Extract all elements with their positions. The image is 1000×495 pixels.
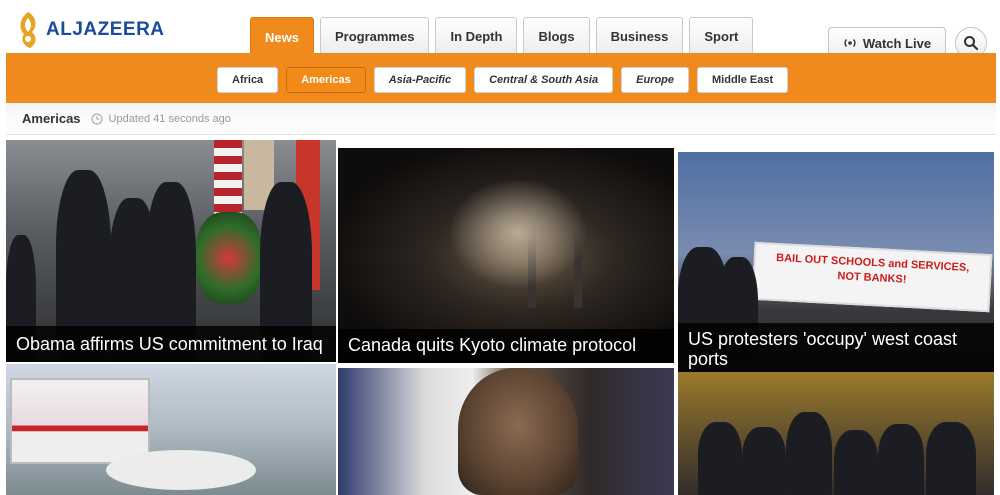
person-figure — [742, 427, 786, 495]
subtab-middle-east[interactable]: Middle East — [697, 67, 789, 93]
person-figure — [926, 422, 976, 495]
main-nav: News Programmes In Depth Blogs Business … — [250, 17, 754, 57]
section-header: Americas Updated 41 seconds ago — [6, 103, 996, 135]
story-grid: Obama affirms US commitment to Iraq Cana… — [6, 140, 994, 495]
story-card[interactable] — [6, 364, 336, 495]
poster-image — [10, 378, 150, 464]
subtab-africa[interactable]: Africa — [217, 67, 279, 93]
story-headline[interactable]: US protesters 'occupy' west coast ports — [678, 323, 994, 377]
subtab-asia-pacific[interactable]: Asia-Pacific — [373, 67, 467, 93]
person-figure — [878, 424, 924, 495]
person-figure — [698, 422, 742, 495]
search-icon — [964, 36, 979, 51]
watch-live-label: Watch Live — [862, 35, 932, 51]
updated-status: Updated 41 seconds ago — [90, 112, 231, 125]
drone-image — [106, 450, 256, 490]
tab-business[interactable]: Business — [595, 17, 684, 55]
subtab-americas[interactable]: Americas — [286, 67, 366, 93]
story-headline[interactable]: Canada quits Kyoto climate protocol — [338, 329, 674, 363]
logo-text: ALJAZEERA — [46, 19, 165, 40]
person-figure — [786, 412, 832, 495]
story-card[interactable]: BAIL OUT SCHOOLS and SERVICES, NOT BANKS… — [678, 152, 994, 377]
broadcast-icon — [844, 39, 856, 47]
section-title: Americas — [22, 111, 81, 126]
subtab-europe[interactable]: Europe — [621, 67, 690, 93]
aljazeera-emblem-icon — [20, 12, 36, 48]
aljazeera-logo[interactable]: ALJAZEERA — [14, 8, 165, 52]
story-headline[interactable]: Obama affirms US commitment to Iraq — [6, 326, 336, 362]
story-card[interactable]: Obama affirms US commitment to Iraq — [6, 140, 336, 362]
story-card[interactable]: Canada quits Kyoto climate protocol — [338, 148, 674, 363]
updated-text: Updated 41 seconds ago — [108, 112, 231, 125]
story-image — [6, 364, 336, 495]
tab-in-depth[interactable]: In Depth — [435, 17, 518, 55]
tab-blogs[interactable]: Blogs — [523, 17, 590, 55]
clock-icon — [90, 112, 103, 125]
story-card[interactable] — [338, 368, 674, 495]
tab-news[interactable]: News — [250, 17, 314, 57]
us-flag-image — [214, 140, 242, 220]
wreath-image — [196, 212, 262, 304]
story-image — [678, 372, 994, 495]
portrait-face-image — [458, 368, 578, 495]
smoke-plume-image — [448, 178, 588, 288]
person-figure — [834, 430, 878, 495]
protest-banner: BAIL OUT SCHOOLS and SERVICES, NOT BANKS… — [751, 241, 993, 313]
tab-sport[interactable]: Sport — [689, 17, 754, 55]
tab-programmes[interactable]: Programmes — [319, 17, 430, 55]
story-image — [338, 368, 674, 495]
story-card[interactable] — [678, 372, 994, 495]
region-nav: Africa Americas Asia-Pacific Central & S… — [217, 67, 789, 93]
subtab-central-south-asia[interactable]: Central & South Asia — [474, 67, 614, 93]
